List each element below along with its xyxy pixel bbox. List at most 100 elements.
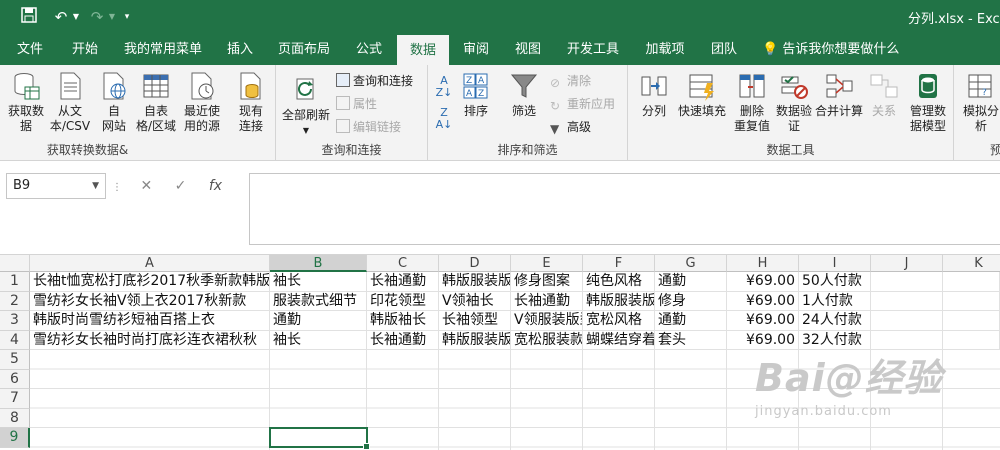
data-validation-button[interactable]: 数据验 证 (772, 71, 816, 134)
column-header[interactable]: J (871, 255, 943, 272)
column-header[interactable]: D (439, 255, 511, 272)
cell-h4[interactable]: ¥69.00 (727, 330, 799, 350)
tab-data[interactable]: 数据 (397, 35, 449, 65)
cell-d1[interactable]: 韩版服装版型 (439, 272, 511, 292)
cell-j3[interactable] (871, 311, 943, 331)
cell-k1[interactable] (943, 272, 1000, 292)
cell-e2[interactable]: 长袖通勤 (511, 291, 583, 311)
cell-i3[interactable]: 24人付款 (799, 311, 871, 331)
cell-g1[interactable]: 通勤 (655, 272, 727, 292)
cell-f2[interactable]: 韩版服装版型 (583, 291, 655, 311)
customize-qat-icon[interactable]: ▾ (120, 7, 134, 27)
undo-dropdown-icon[interactable]: ▼ (70, 7, 82, 27)
sort-az-button[interactable]: A Z↓ (432, 75, 456, 99)
row-header[interactable]: 6 (0, 369, 30, 389)
row-header[interactable]: 9 (0, 428, 30, 448)
from-text-csv-button[interactable]: 从文 本/CSV (48, 71, 92, 134)
sort-button[interactable]: ZAAZ 排序 (458, 71, 494, 119)
cell-j2[interactable] (871, 291, 943, 311)
cell-b2[interactable]: 服装款式细节 (270, 291, 367, 311)
from-table-button[interactable]: 自表 格/区域 (134, 71, 178, 134)
text-to-columns-button[interactable]: 分列 (634, 71, 674, 119)
insert-function-icon[interactable]: fx (209, 178, 222, 194)
save-icon[interactable] (18, 7, 40, 27)
tab-insert[interactable]: 插入 (216, 34, 264, 65)
cell-c2[interactable]: 印花领型 (367, 291, 439, 311)
cell-e3[interactable]: V领服装版型 (511, 311, 583, 331)
cell-g4[interactable]: 套头 (655, 330, 727, 350)
cell-g3[interactable]: 通勤 (655, 311, 727, 331)
tab-view[interactable]: 视图 (504, 34, 552, 65)
select-all-corner[interactable] (0, 255, 30, 272)
row-header[interactable]: 8 (0, 408, 30, 428)
active-cell-b9[interactable] (269, 427, 370, 450)
cell-h1[interactable]: ¥69.00 (727, 272, 799, 292)
cell-h3[interactable]: ¥69.00 (727, 311, 799, 331)
refresh-all-button[interactable]: 全部刷新 ▼ (280, 75, 332, 138)
cell-e1[interactable]: 修身图案 (511, 272, 583, 292)
queries-connections-button[interactable]: 查询和连接 (336, 71, 413, 91)
tab-my-menu[interactable]: 我的常用菜单 (114, 34, 212, 65)
row-header[interactable]: 2 (0, 291, 30, 311)
cell-f1[interactable]: 纯色风格 (583, 272, 655, 292)
cell-d2[interactable]: V领袖长 (439, 291, 511, 311)
remove-duplicates-button[interactable]: 删除 重复值 (730, 71, 774, 134)
column-header[interactable]: G (655, 255, 727, 272)
column-header[interactable]: F (583, 255, 655, 272)
cell-j4[interactable] (871, 330, 943, 350)
tab-review[interactable]: 审阅 (452, 34, 500, 65)
cell-b1[interactable]: 袖长 (270, 272, 367, 292)
advanced-filter-button[interactable]: ▼ 高级 (550, 117, 591, 137)
sort-za-button[interactable]: Z A↓ (432, 107, 456, 131)
row-header[interactable]: 4 (0, 330, 30, 350)
flash-fill-button[interactable]: 快速填充 (674, 71, 730, 119)
recent-sources-button[interactable]: 最近使 用的源 (178, 71, 226, 134)
cell-i1[interactable]: 50人付款 (799, 272, 871, 292)
row-header[interactable]: 5 (0, 350, 30, 370)
formula-input[interactable] (249, 173, 1000, 245)
row-header[interactable]: 7 (0, 389, 30, 409)
tell-me-box[interactable]: 💡 告诉我你想要做什么 (762, 34, 899, 65)
cell-c1[interactable]: 长袖通勤 (367, 272, 439, 292)
enter-icon[interactable]: ✓ (175, 178, 187, 194)
manage-data-model-button[interactable]: 管理数 据模型 (904, 71, 952, 134)
column-header[interactable]: I (799, 255, 871, 272)
consolidate-button[interactable]: 合并计算 (814, 71, 864, 119)
cell-f4[interactable]: 蝴蝶结穿着方式 (583, 330, 655, 350)
name-box-dropdown-icon[interactable]: ▼ (92, 174, 99, 198)
what-if-analysis-button[interactable]: ? 模拟分 析 (958, 71, 1000, 134)
cell-c3[interactable]: 韩版袖长 (367, 311, 439, 331)
tab-file[interactable]: 文件 (4, 34, 56, 65)
tab-formulas[interactable]: 公式 (344, 34, 394, 65)
cell-d4[interactable]: 韩版服装版型 (439, 330, 511, 350)
cell-f3[interactable]: 宽松风格 (583, 311, 655, 331)
cell-c4[interactable]: 长袖通勤 (367, 330, 439, 350)
tab-home[interactable]: 开始 (60, 34, 110, 65)
column-header[interactable]: B (270, 255, 367, 272)
cell-i4[interactable]: 32人付款 (799, 330, 871, 350)
cell-d3[interactable]: 长袖领型 (439, 311, 511, 331)
column-header[interactable]: H (727, 255, 799, 272)
cancel-icon[interactable]: ✕ (140, 178, 152, 194)
existing-connections-button[interactable]: 现有 连接 (230, 71, 272, 134)
cell-b3[interactable]: 通勤 (270, 311, 367, 331)
cell-j1[interactable] (871, 272, 943, 292)
column-header[interactable]: K (943, 255, 1000, 272)
undo-icon[interactable]: ↶ (50, 7, 72, 27)
empty-rows[interactable] (30, 350, 1000, 450)
cell-a1[interactable]: 长袖t恤宽松打底衫2017秋季新款韩版 (30, 272, 270, 292)
column-header[interactable]: C (367, 255, 439, 272)
from-web-button[interactable]: 自 网站 (94, 71, 134, 134)
tab-team[interactable]: 团队 (700, 34, 748, 65)
row-header[interactable]: 1 (0, 272, 30, 292)
cell-i2[interactable]: 1人付款 (799, 291, 871, 311)
cell-a4[interactable]: 雪纺衫女长袖时尚打底衫连衣裙秋秋 (30, 330, 270, 350)
tab-developer[interactable]: 开发工具 (556, 34, 630, 65)
cell-k3[interactable] (943, 311, 1000, 331)
tab-addins[interactable]: 加载项 (634, 34, 696, 65)
row-header[interactable]: 3 (0, 311, 30, 331)
cell-h2[interactable]: ¥69.00 (727, 291, 799, 311)
column-header[interactable]: A (30, 255, 270, 272)
column-header[interactable]: E (511, 255, 583, 272)
cell-e4[interactable]: 宽松服装款式 (511, 330, 583, 350)
